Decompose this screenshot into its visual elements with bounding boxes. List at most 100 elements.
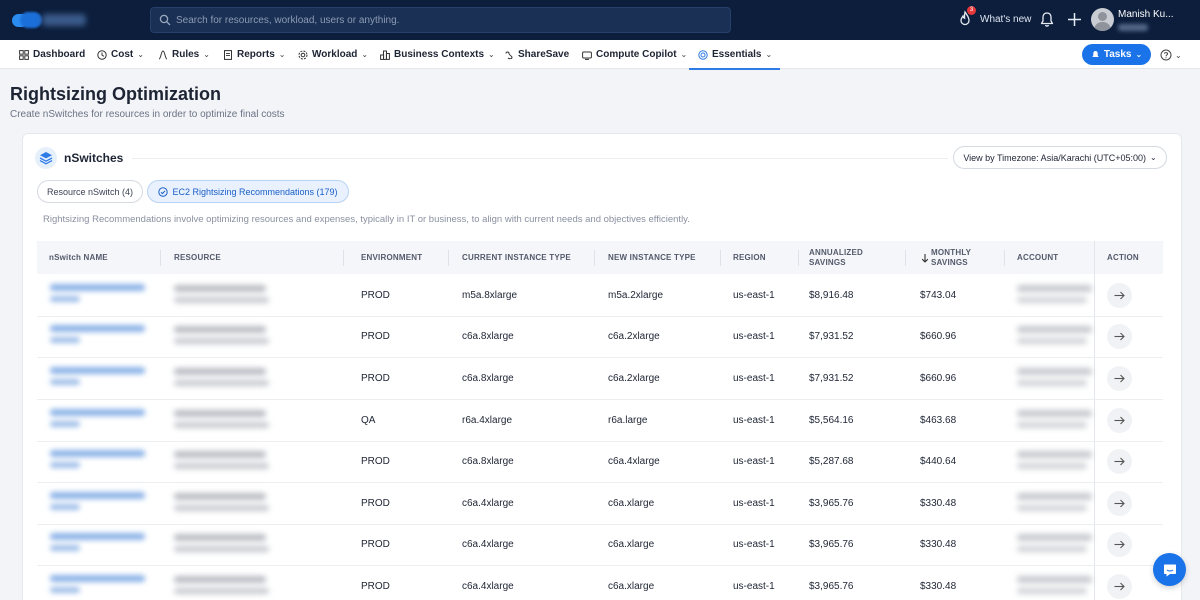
col-header-nswitch-name[interactable]: nSwitch NAME [49,241,108,274]
account-redacted [1017,285,1092,303]
annualized-savings-cell: $8,916.48 [809,290,854,301]
chat-support-button[interactable] [1153,553,1186,586]
row-action-button[interactable] [1107,449,1132,474]
notification-count-badge: 3 [967,6,976,15]
rules-icon [158,49,168,59]
nswitch-name-redacted[interactable] [50,450,145,468]
col-header-account[interactable]: ACCOUNT [1017,241,1058,274]
resource-redacted [174,451,269,469]
nav-dashboard[interactable]: Dashboard [19,40,85,69]
global-search-input[interactable]: Search for resources, workload, users or… [150,7,731,33]
table-row[interactable]: PROD c6a.8xlarge c6a.2xlarge us-east-1 $… [37,316,1163,358]
new-instance-cell: c6a.xlarge [608,581,655,592]
nav-workload[interactable]: Workload ⌄ [298,40,368,69]
resource-redacted [174,493,269,511]
row-action-button[interactable] [1107,532,1132,557]
whats-new-link[interactable]: What's new [980,14,1031,25]
account-redacted [1017,326,1092,344]
nav-reports[interactable]: Reports ⌄ [223,40,286,69]
table-row[interactable]: PROD c6a.4xlarge c6a.xlarge us-east-1 $3… [37,566,1163,600]
annualized-savings-cell: $5,287.68 [809,456,854,467]
col-header-region[interactable]: REGION [733,241,766,274]
table-row[interactable]: PROD c6a.4xlarge c6a.xlarge us-east-1 $3… [37,524,1163,566]
arrow-right-icon [1114,540,1125,549]
nav-compute-copilot[interactable]: Compute Copilot ⌄ [582,40,687,69]
current-instance-cell: c6a.4xlarge [462,539,514,550]
nswitch-name-redacted[interactable] [50,533,145,551]
row-action-button[interactable] [1107,574,1132,599]
monthly-savings-cell: $463.68 [920,415,957,426]
environment-cell: PROD [361,373,390,384]
nav-sharesave-label: ShareSave [518,49,570,60]
current-instance-cell: c6a.4xlarge [462,581,514,592]
monthly-savings-cell: $440.64 [920,456,957,467]
nav-compute-copilot-label: Compute Copilot [596,49,677,60]
col-header-new-instance-type[interactable]: NEW INSTANCE TYPE [608,241,696,274]
nswitch-name-redacted[interactable] [50,492,145,510]
nswitch-name-redacted[interactable] [50,284,145,302]
avatar[interactable] [1091,8,1114,31]
row-action-button[interactable] [1107,366,1132,391]
environment-cell: PROD [361,331,390,342]
nswitch-name-redacted[interactable] [50,325,145,343]
tab-resource-nswitch[interactable]: Resource nSwitch (4) [37,180,143,203]
table-row[interactable]: QA r6a.4xlarge r6a.large us-east-1 $5,56… [37,400,1163,442]
arrow-right-icon [1114,457,1125,466]
table-row[interactable]: PROD c6a.8xlarge c6a.2xlarge us-east-1 $… [37,358,1163,400]
help-button[interactable]: ⌄ [1160,48,1186,62]
col-header-environment[interactable]: ENVIRONMENT [361,241,422,274]
tab-ec2-rightsizing[interactable]: EC2 Rightsizing Recommendations (179) [147,180,349,203]
environment-cell: PROD [361,498,390,509]
annualized-savings-cell: $3,965.76 [809,498,854,509]
notifications-button[interactable]: 3 [956,6,976,28]
app-logo[interactable] [12,11,92,29]
row-action-button[interactable] [1107,324,1132,349]
region-cell: us-east-1 [733,373,775,384]
row-action-button[interactable] [1107,283,1132,308]
account-redacted [1017,576,1092,594]
annualized-savings-cell: $3,965.76 [809,581,854,592]
arrow-right-icon [1114,332,1125,341]
table-row[interactable]: PROD c6a.4xlarge c6a.xlarge us-east-1 $3… [37,483,1163,525]
nav-essentials[interactable]: Essentials ⌄ [688,40,781,70]
nav-business-contexts[interactable]: Business Contexts ⌄ [380,40,495,69]
col-header-resource[interactable]: RESOURCE [174,241,221,274]
arrow-right-icon [1114,416,1125,425]
chevron-down-icon: ⌄ [1175,50,1182,60]
timezone-label: View by Timezone: Asia/Karachi (UTC+05:0… [963,152,1146,163]
nav-rules[interactable]: Rules ⌄ [158,40,210,69]
region-cell: us-east-1 [733,290,775,301]
chevron-down-icon: ⌄ [278,50,286,59]
sharesave-icon [505,51,513,59]
table-row[interactable]: PROD m5a.8xlarge m5a.2xlarge us-east-1 $… [37,275,1163,317]
tasks-label: Tasks [1103,49,1132,60]
bell-icon [1092,51,1099,57]
environment-cell: PROD [361,290,390,301]
page-subtitle: Create nSwitches for resources in order … [10,109,285,120]
tasks-button[interactable]: Tasks ⌄ [1082,44,1151,65]
chevron-down-icon: ⌄ [361,50,369,59]
nav-cost[interactable]: Cost ⌄ [97,40,144,69]
table-row[interactable]: PROD c6a.8xlarge c6a.4xlarge us-east-1 $… [37,441,1163,483]
environment-cell: PROD [361,581,390,592]
new-instance-cell: c6a.xlarge [608,539,655,550]
row-action-button[interactable] [1107,491,1132,516]
row-action-button[interactable] [1107,408,1132,433]
user-name[interactable]: Manish Ku... [1118,9,1174,20]
nswitch-name-redacted[interactable] [50,575,145,593]
nswitch-name-redacted[interactable] [50,367,145,385]
monthly-savings-cell: $330.48 [920,498,957,509]
timezone-selector[interactable]: View by Timezone: Asia/Karachi (UTC+05:0… [953,146,1167,169]
plus-icon[interactable] [1066,11,1083,28]
nav-business-contexts-label: Business Contexts [394,49,485,60]
col-header-current-instance-type[interactable]: CURRENT INSTANCE TYPE [462,241,571,274]
nav-sharesave[interactable]: ShareSave [504,40,569,69]
bell-icon[interactable] [1039,11,1055,28]
nswitch-name-redacted[interactable] [50,409,145,427]
col-header-monthly-savings[interactable]: MONTHLY SAVINGS [921,241,991,274]
top-bar: Search for resources, workload, users or… [0,0,1200,40]
col-header-action: ACTION [1107,252,1139,262]
new-instance-cell: c6a.2xlarge [608,373,660,384]
account-redacted [1017,493,1092,511]
col-header-annualized-savings[interactable]: ANNUALIZED SAVINGS [809,241,889,274]
